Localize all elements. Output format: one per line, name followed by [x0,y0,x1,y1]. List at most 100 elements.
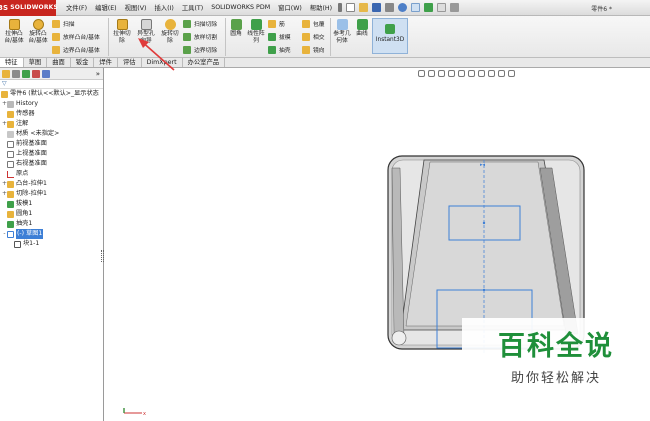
symmetry-marker: ▸◂ [480,162,486,168]
tree-root[interactable]: 零件6 (默认<<默认>_显示状态 [0,89,103,99]
linear-pattern-icon [250,19,262,30]
cut-revolve-button[interactable]: 旋转切除 [159,19,181,45]
tree-item-shell1[interactable]: 抽壳1 [0,219,103,229]
curves-button[interactable]: 曲线 [353,19,371,38]
history-icon [7,100,14,108]
tree-item-history[interactable]: + History [0,99,103,109]
boundary-boss-button[interactable]: 边界凸台/基体 [52,45,100,54]
shell-icon [7,220,14,228]
cut-revolve-icon [164,19,176,30]
triad-x-label: x [143,411,146,417]
lofted-cut-button[interactable]: 放样切割 [183,32,217,41]
menu-view[interactable]: 视图(V) [121,3,151,12]
tree-item-annotations[interactable]: + 注解 [0,119,103,129]
cut-extrude-label: 拉伸切除 [113,31,131,44]
instant3d-button[interactable]: Instant3D [372,18,408,54]
tree-item-front-plane[interactable]: 前视基准面 [0,139,103,149]
mirror-button[interactable]: 镜向 [302,45,325,54]
tree-item-block1-1[interactable]: 块1-1 [0,239,103,249]
loft-button[interactable]: 放样凸台/基体 [52,32,100,41]
shell-button[interactable]: 抽壳 [268,45,291,54]
tree-root-label: 零件6 (默认<<默认>_显示状态 [10,90,99,97]
solidworks-logo[interactable]: 3S SOLIDWORKS [0,0,58,16]
expand-panel-icon[interactable]: » [96,70,100,78]
display-manager-icon[interactable] [42,69,50,78]
feature-manager-tree-icon[interactable] [2,69,10,78]
menu-tools[interactable]: 工具(T) [178,3,207,12]
menu-insert[interactable]: 插入(I) [150,3,177,12]
tree-item-sketch1[interactable]: - (-) 草图1 [0,229,103,239]
hole-wizard-icon [140,19,152,30]
tree-item-top-plane[interactable]: 上视基准面 [0,149,103,159]
tree-item-sensors[interactable]: 传感器 [0,109,103,119]
menu-file[interactable]: 文件(F) [62,3,91,12]
reference-geometry-label: 参考几何体 [333,31,351,44]
menu-pdm[interactable]: SOLIDWORKS PDM [207,4,274,11]
tree-filter[interactable]: ▽ [0,80,103,89]
sweep-button[interactable]: 扫描 [52,19,75,28]
tree-item-label: (-) 草图1 [16,229,44,239]
rebuild-icon[interactable] [424,3,434,12]
draft-button[interactable]: 拔模 [268,32,291,41]
tree-item-right-plane[interactable]: 右视基准面 [0,159,103,169]
boss-extrude-button[interactable]: 拉伸凸台/基体 [3,19,25,45]
shell-label: 抽壳 [279,48,291,54]
tab-surfaces[interactable]: 曲面 [47,58,71,67]
plane-icon [7,150,14,158]
tree-item-label: 拔模1 [16,200,33,207]
tab-sketch[interactable]: 草图 [24,58,48,67]
tree-item-draft1[interactable]: 拔模1 [0,199,103,209]
menu-help[interactable]: 帮助(H) [306,3,336,12]
new-document-icon[interactable] [346,3,356,12]
tab-weldments[interactable]: 焊件 [94,58,118,67]
tree-item-boss-extrude1[interactable]: + 凸台-拉伸1 [0,179,103,189]
lofted-cut-icon [183,32,191,41]
file-properties-icon[interactable] [437,3,447,12]
instant3d-label: Instant3D [375,37,405,43]
sweep-label: 扫描 [63,22,75,28]
tree-item-cut-extrude1[interactable]: + 切除-拉伸1 [0,189,103,199]
linear-pattern-button[interactable]: 线性阵列 [246,19,266,45]
boundary-boss-icon [52,45,60,54]
wrap-button[interactable]: 包覆 [302,19,325,28]
instant3d-icon [385,24,395,34]
boss-revolve-button[interactable]: 旋转凸台/基体 [27,19,49,45]
intersect-button[interactable]: 相交 [302,32,325,41]
tree-item-fillet1[interactable]: 圆角1 [0,209,103,219]
tree-item-origin[interactable]: 原点 [0,169,103,179]
fillet-icon [7,210,14,218]
draft-icon [268,32,276,41]
rib-button[interactable]: 筋 [268,19,285,28]
select-icon[interactable] [411,3,421,12]
tree-item-label: 材质 <未指定> [16,130,60,137]
print-icon[interactable] [385,3,395,12]
swept-cut-icon [183,19,191,28]
menu-window[interactable]: 窗口(W) [274,3,306,12]
swept-cut-button[interactable]: 扫描切除 [183,19,217,28]
tree-item-label: 切除-拉伸1 [16,190,47,197]
open-icon[interactable] [359,3,369,12]
reference-geometry-button[interactable]: 参考几何体 [332,19,352,45]
plane-icon [7,160,14,168]
tab-features[interactable]: 特征 [0,58,24,67]
dimxpert-manager-icon[interactable] [32,69,40,78]
watermark-subtitle: 助你轻松解决 [510,371,601,386]
intersect-label: 相交 [313,35,325,41]
title-bar: 3S SOLIDWORKS 文件(F) 编辑(E) 视图(V) 插入(I) 工具… [0,0,650,16]
watermark: 百科全说 助你轻松解决 [462,318,650,398]
panel-toolbar: » [0,68,103,80]
fillet-button[interactable]: 圆角 [227,19,245,38]
pin-icon[interactable] [338,3,343,12]
curves-icon [356,19,368,30]
wrap-label: 包覆 [313,22,325,28]
undo-icon[interactable] [398,3,408,12]
options-icon[interactable] [450,3,460,12]
save-icon[interactable] [372,3,382,12]
cut-extrude-button[interactable]: 拉伸切除 [111,19,133,45]
property-manager-icon[interactable] [12,69,20,78]
tab-sheet-metal[interactable]: 钣金 [71,58,95,67]
configuration-manager-icon[interactable] [22,69,30,78]
tree-item-material[interactable]: 材质 <未指定> [0,129,103,139]
lofted-cut-label: 放样切割 [194,35,218,41]
menu-edit[interactable]: 编辑(E) [91,3,121,12]
